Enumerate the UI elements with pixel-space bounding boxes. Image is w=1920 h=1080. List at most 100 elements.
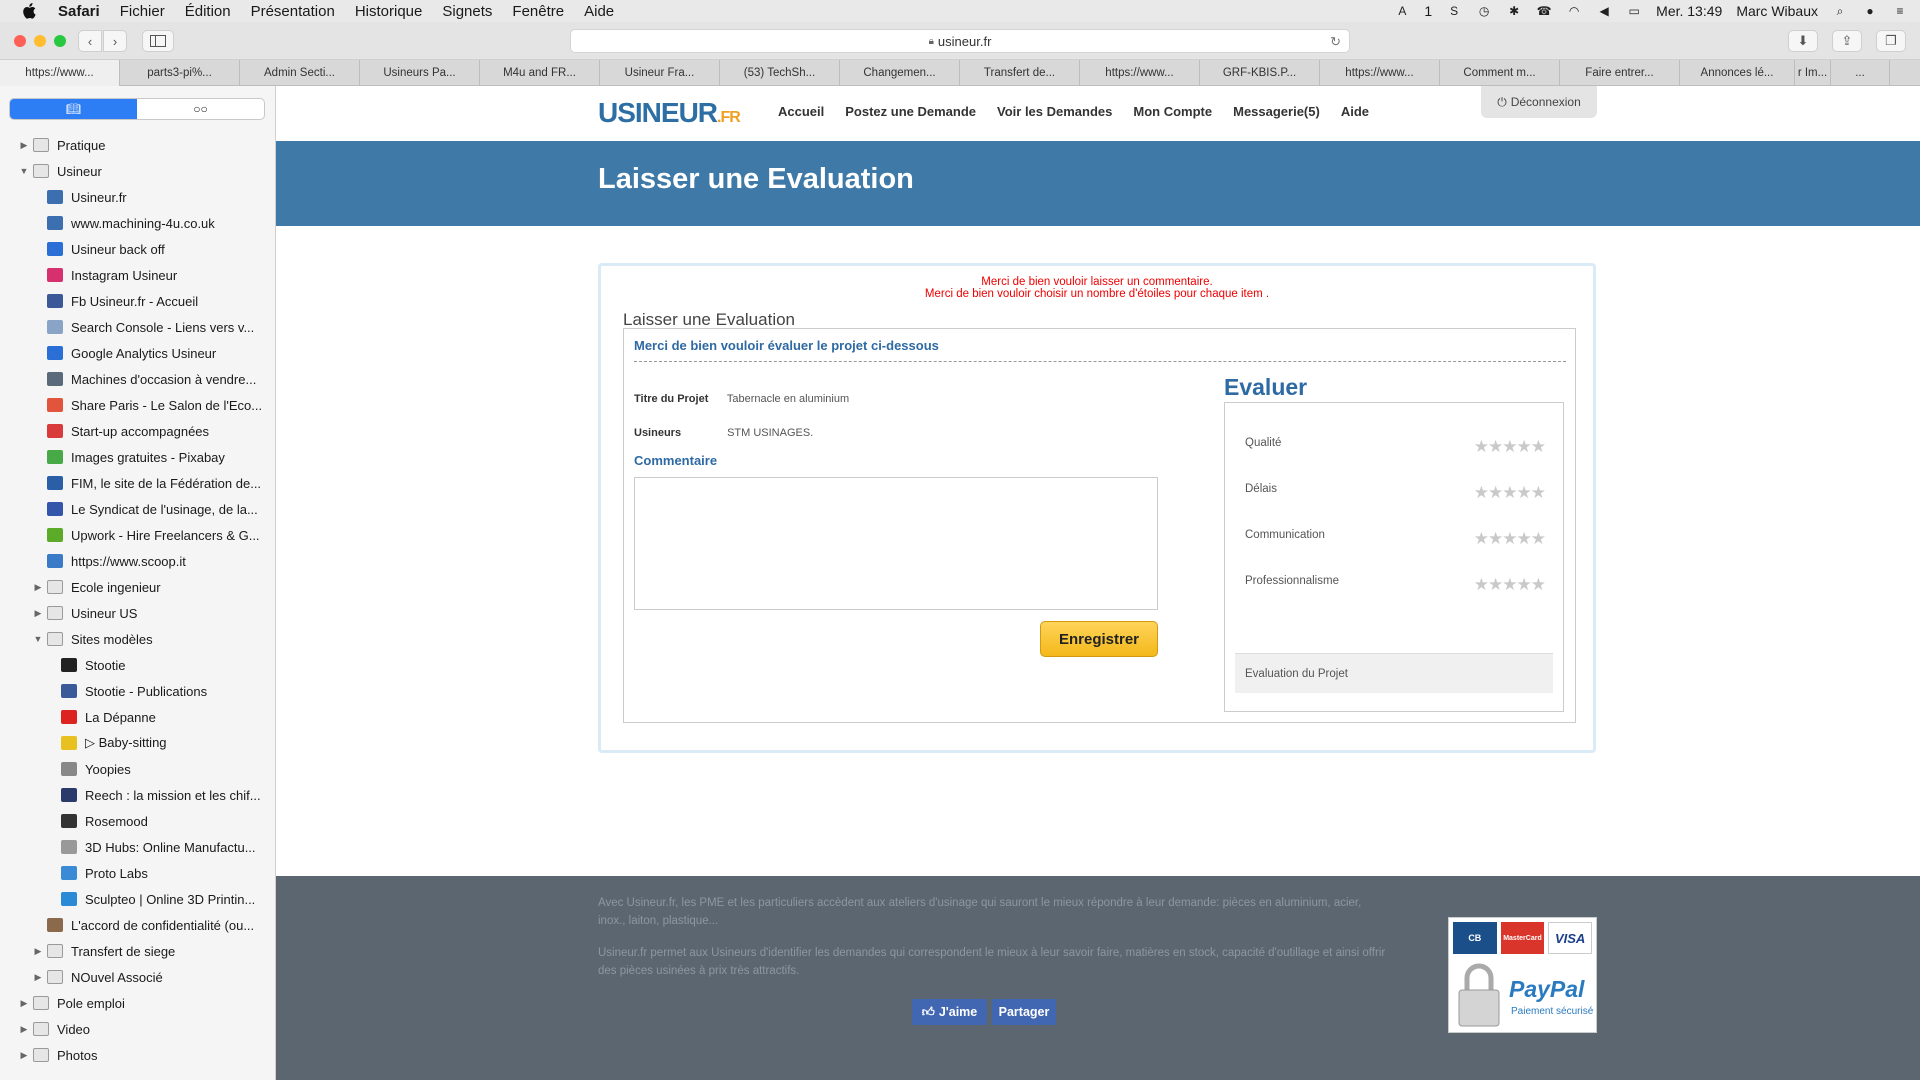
sidebar-bookmark[interactable]: Stootie - Publications (0, 678, 275, 704)
sidebar-folder[interactable]: ▶ Pole emploi (0, 990, 275, 1016)
sidebar-bookmark[interactable]: Search Console - Liens vers v... (0, 314, 275, 340)
sidebar-bookmark[interactable]: Share Paris - Le Salon de l'Eco... (0, 392, 275, 418)
disclosure-open-icon[interactable]: ▼ (32, 634, 44, 644)
address-bar[interactable]: 🔒︎ usineur.fr ↻ (570, 29, 1350, 53)
sidebar-bookmark[interactable]: Usineur back off (0, 236, 275, 262)
star-icon[interactable]: ★ (1474, 575, 1489, 594)
menu-signets[interactable]: Signets (442, 3, 492, 20)
back-button[interactable]: ‹ (78, 30, 102, 52)
menu-fichier[interactable]: Fichier (120, 3, 165, 20)
time-machine-icon[interactable]: ◷ (1476, 4, 1492, 18)
apple-icon[interactable] (18, 0, 40, 22)
sidebar-bookmark[interactable]: La Dépanne (0, 704, 275, 730)
browser-tab[interactable]: https://www... (1080, 60, 1200, 86)
sidebar-bookmark[interactable]: Reech : la mission et les chif... (0, 782, 275, 808)
sidebar-bookmark[interactable]: www.machining-4u.co.uk (0, 210, 275, 236)
menu-fenetre[interactable]: Fenêtre (512, 3, 564, 20)
browser-tab[interactable]: https://www... (0, 60, 120, 86)
sidebar-folder[interactable]: ▼ Sites modèles (0, 626, 275, 652)
sidebar-bookmark[interactable]: https://www.scoop.it (0, 548, 275, 574)
menu-aide[interactable]: Aide (584, 3, 614, 20)
sidebar-folder[interactable]: ▶ Photos (0, 1042, 275, 1068)
sidebar-folder[interactable]: ▶ Pratique (0, 132, 275, 158)
notification-center-icon[interactable]: ≡ (1892, 4, 1908, 18)
nav-voir-demandes[interactable]: Voir les Demandes (997, 104, 1112, 119)
bookmarks-tab[interactable]: 📖︎ (10, 99, 137, 119)
browser-tab[interactable]: M4u and FR... (480, 60, 600, 86)
star-icon[interactable]: ★ (1474, 483, 1489, 502)
sidebar-bookmark[interactable]: ▷ Baby-sitting (0, 730, 275, 756)
siri-icon[interactable]: ● (1862, 4, 1878, 18)
tab-overview-button[interactable]: ❐ (1876, 30, 1906, 52)
sidebar-bookmark[interactable]: Rosemood (0, 808, 275, 834)
menu-edition[interactable]: Édition (185, 3, 231, 20)
disclosure-closed-icon[interactable]: ▶ (32, 608, 44, 619)
star-icon[interactable]: ★ (1474, 437, 1489, 456)
browser-tab[interactable]: Changemen... (840, 60, 960, 86)
reload-icon[interactable]: ↻ (1330, 34, 1341, 50)
sidebar-bookmark[interactable]: Yoopies (0, 756, 275, 782)
disclosure-closed-icon[interactable]: ▶ (18, 1050, 30, 1061)
sidebar-bookmark[interactable]: Instagram Usineur (0, 262, 275, 288)
browser-tab[interactable]: (53) TechSh... (720, 60, 840, 86)
browser-tab[interactable]: parts3-pi%... (120, 60, 240, 86)
share-button[interactable]: ⇪ (1832, 30, 1862, 52)
sidebar-bookmark[interactable]: Usineur.fr (0, 184, 275, 210)
sidebar-toggle-button[interactable] (142, 30, 174, 52)
sidebar-folder[interactable]: ▶ Usineur US (0, 600, 275, 626)
menu-presentation[interactable]: Présentation (251, 3, 335, 20)
disclosure-closed-icon[interactable]: ▶ (18, 1024, 30, 1035)
star-icon[interactable]: ★ (1488, 437, 1503, 456)
sidebar-bookmark[interactable]: L'accord de confidentialité (ou... (0, 912, 275, 938)
browser-tab[interactable]: Faire entrer... (1560, 60, 1680, 86)
browser-tab[interactable]: Usineurs Pa... (360, 60, 480, 86)
star-icon[interactable]: ★ (1488, 483, 1503, 502)
downloads-button[interactable]: ⬇ (1788, 30, 1818, 52)
sidebar-bookmark[interactable]: Stootie (0, 652, 275, 678)
sidebar-bookmark[interactable]: 3D Hubs: Online Manufactu... (0, 834, 275, 860)
disclosure-closed-icon[interactable]: ▶ (18, 140, 30, 151)
disclosure-closed-icon[interactable]: ▶ (32, 582, 44, 593)
sidebar-bookmark[interactable]: Proto Labs (0, 860, 275, 886)
volume-icon[interactable]: ◀ (1596, 4, 1612, 18)
star-icon[interactable]: ★ (1517, 529, 1532, 548)
adobe-icon[interactable]: A (1394, 4, 1410, 18)
browser-tab[interactable]: https://www... (1320, 60, 1440, 86)
sidebar-bookmark[interactable]: Le Syndicat de l'usinage, de la... (0, 496, 275, 522)
skype-icon[interactable]: S (1446, 4, 1462, 18)
zoom-window-button[interactable] (54, 35, 66, 47)
browser-tab[interactable]: GRF-KBIS.P... (1200, 60, 1320, 86)
bluetooth-icon[interactable]: ✱ (1506, 4, 1522, 18)
sidebar-bookmark[interactable]: Sculpteo | Online 3D Printin... (0, 886, 275, 912)
sidebar-folder[interactable]: ▶ Video (0, 1016, 275, 1042)
star-icon[interactable]: ★ (1517, 483, 1532, 502)
browser-tab[interactable]: Transfert de... (960, 60, 1080, 86)
menu-historique[interactable]: Historique (355, 3, 423, 20)
star-icon[interactable]: ★ (1502, 529, 1517, 548)
star-icon[interactable]: ★ (1474, 529, 1489, 548)
browser-tab[interactable]: Admin Secti... (240, 60, 360, 86)
sidebar-bookmark[interactable]: Start-up accompagnées (0, 418, 275, 444)
menubar-user[interactable]: Marc Wibaux (1736, 3, 1818, 19)
star-icon[interactable]: ★ (1531, 483, 1546, 502)
browser-tab[interactable]: Comment m... (1440, 60, 1560, 86)
star-icon[interactable]: ★ (1531, 575, 1546, 594)
reading-list-tab[interactable]: ○○ (137, 99, 264, 119)
nav-postez-demande[interactable]: Postez une Demande (845, 104, 976, 119)
nav-accueil[interactable]: Accueil (778, 104, 824, 119)
sidebar-folder[interactable]: ▶ NOuvel Associé (0, 964, 275, 990)
star-icon[interactable]: ★ (1488, 529, 1503, 548)
sidebar-bookmark[interactable]: Images gratuites - Pixabay (0, 444, 275, 470)
disclosure-closed-icon[interactable]: ▶ (18, 998, 30, 1009)
star-icon[interactable]: ★ (1517, 575, 1532, 594)
facebook-share-button[interactable]: Partager (992, 999, 1056, 1025)
sidebar-bookmark[interactable]: Fb Usineur.fr - Accueil (0, 288, 275, 314)
battery-icon[interactable]: ▭ (1626, 4, 1642, 18)
browser-tab[interactable]: Usineur Fra... (600, 60, 720, 86)
star-icon[interactable]: ★ (1488, 575, 1503, 594)
browser-tab[interactable]: r Im... (1795, 60, 1831, 86)
sidebar-bookmark[interactable]: FIM, le site de la Fédération de... (0, 470, 275, 496)
disclosure-closed-icon[interactable]: ▶ (32, 972, 44, 983)
star-icon[interactable]: ★ (1531, 529, 1546, 548)
sidebar-folder[interactable]: ▶ Ecole ingenieur (0, 574, 275, 600)
